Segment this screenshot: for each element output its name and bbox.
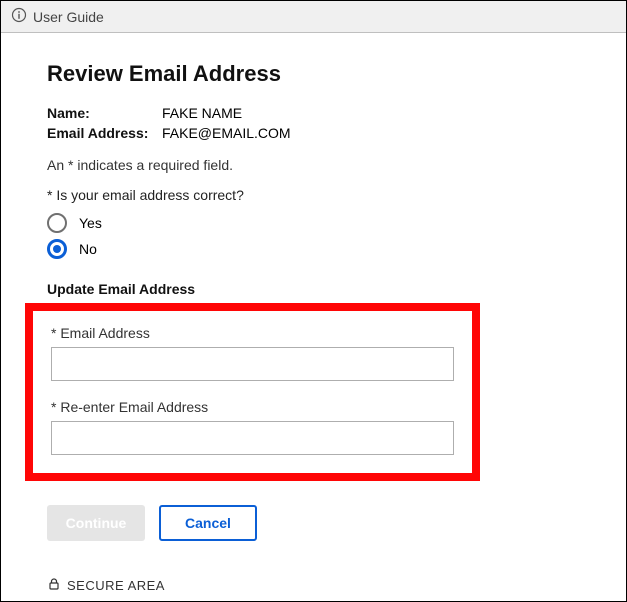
info-icon [11,7,33,26]
update-email-heading: Update Email Address [47,281,580,297]
summary-email-label: Email Address: [47,125,162,141]
app-frame: User Guide Review Email Address Name: FA… [0,0,627,602]
radio-yes-label: Yes [79,215,102,231]
continue-button[interactable]: Continue [47,505,145,541]
reenter-field-label: * Re-enter Email Address [51,399,454,415]
topbar: User Guide [1,1,626,33]
content-area: Review Email Address Name: FAKE NAME Ema… [1,33,626,602]
summary-email-value: FAKE@EMAIL.COM [162,125,291,141]
email-correct-question: * Is your email address correct? [47,187,580,203]
radio-dot-icon [53,245,61,253]
reenter-field-block: * Re-enter Email Address [51,399,454,455]
radio-no-label: No [79,241,97,257]
summary-name-row: Name: FAKE NAME [47,105,580,121]
radio-circle-icon [47,213,67,233]
highlight-box: * Email Address * Re-enter Email Address [25,303,480,481]
secure-area-indicator: SECURE AREA [47,577,580,594]
summary-name-value: FAKE NAME [162,105,242,121]
email-field-label: * Email Address [51,325,454,341]
user-guide-link[interactable]: User Guide [33,9,104,25]
radio-no[interactable]: No [47,239,580,259]
radio-circle-checked-icon [47,239,67,259]
button-row: Continue Cancel [47,505,580,541]
lock-icon [47,577,67,594]
radio-yes[interactable]: Yes [47,213,580,233]
summary-name-label: Name: [47,105,162,121]
email-field-block: * Email Address [51,325,454,381]
summary-email-row: Email Address: FAKE@EMAIL.COM [47,125,580,141]
reenter-email-field[interactable] [51,421,454,455]
cancel-button[interactable]: Cancel [159,505,257,541]
page-title: Review Email Address [47,61,580,87]
email-field[interactable] [51,347,454,381]
required-hint: An * indicates a required field. [47,157,580,173]
secure-area-label: SECURE AREA [67,578,165,593]
